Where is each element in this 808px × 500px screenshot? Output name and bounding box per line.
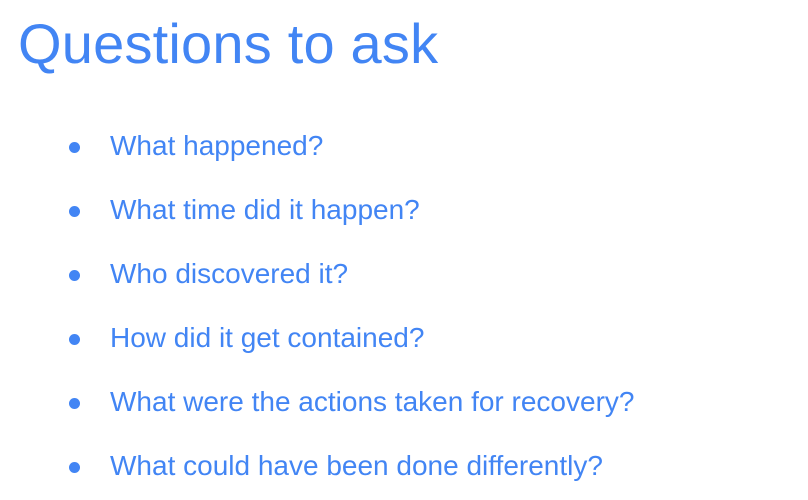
list-item: What time did it happen? [0, 178, 808, 242]
list-item: What were the actions taken for recovery… [0, 370, 808, 434]
list-item-text: Who discovered it? [110, 258, 349, 289]
list-item-text: What time did it happen? [110, 194, 420, 225]
list-item: Who discovered it? [0, 242, 808, 306]
list-item-text: How did it get contained? [110, 322, 425, 353]
slide-title: Questions to ask [18, 12, 439, 75]
bullet-dot-icon [69, 462, 80, 473]
bullet-dot-icon [69, 334, 80, 345]
bullet-dot-icon [69, 270, 80, 281]
list-item-text: What happened? [110, 130, 324, 161]
list-item: How did it get contained? [0, 306, 808, 370]
bullet-dot-icon [69, 206, 80, 217]
question-list: What happened? What time did it happen? … [0, 114, 808, 498]
list-item-text: What were the actions taken for recovery… [110, 386, 635, 417]
slide: Questions to ask What happened? What tim… [0, 0, 808, 500]
list-item-text: What could have been done differently? [110, 450, 603, 481]
bullet-dot-icon [69, 398, 80, 409]
bullet-dot-icon [69, 142, 80, 153]
list-item: What could have been done differently? [0, 434, 808, 498]
list-item: What happened? [0, 114, 808, 178]
